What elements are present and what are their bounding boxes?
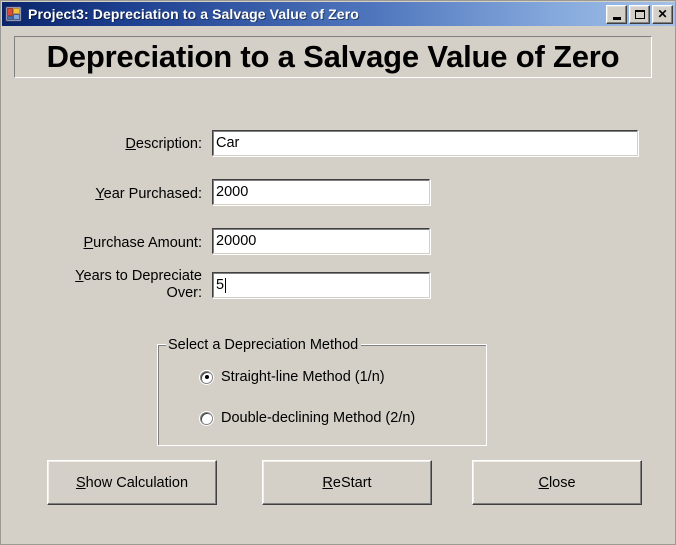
minimize-icon [607,6,626,23]
groupbox-legend: Select a Depreciation Method [166,337,362,353]
description-label-text: escription: [135,136,202,152]
radio-unselected-icon [200,411,213,425]
minimize-button[interactable] [606,4,627,24]
page-title-banner: Depreciation to a Salvage Value of Zero [14,36,652,78]
years-to-depreciate-label: Years to Depreciate Over: [38,268,202,302]
maximize-icon [630,6,649,23]
close-action-button[interactable]: Close [472,460,642,505]
description-input-value: Car [216,135,240,151]
year-purchased-label-text: ear Purchased: [103,186,202,202]
description-label: Description: [38,136,202,153]
client-area: Depreciation to a Salvage Value of Zero … [2,26,675,544]
text-caret [225,277,227,293]
groupbox-frame [157,344,487,446]
purchase-amount-label: Purchase Amount: [38,235,203,252]
close-button[interactable]: ✕ [652,4,673,24]
maximize-button[interactable] [629,4,650,24]
restart-button[interactable]: ReStart [262,460,432,505]
radio-straight-line-label: Straight-line Method (1/n) [221,369,385,385]
year-purchased-input[interactable]: 2000 [212,179,430,205]
years-to-depreciate-input-value: 5 [216,277,225,293]
year-purchased-label-accelerator: Y [95,186,104,202]
title-bar[interactable]: Project3: Depreciation to a Salvage Valu… [2,2,675,26]
restart-button-label: ReStart [322,474,372,491]
show-calculation-button[interactable]: Show Calculation [47,460,217,505]
depreciation-method-groupbox: Select a Depreciation Method Straight-li… [157,337,487,446]
close-action-button-label: Close [538,474,576,491]
year-purchased-label: Year Purchased: [38,186,202,203]
years-to-depreciate-label-text: ears to Depreciate Over: [83,268,202,301]
close-icon: ✕ [657,7,668,21]
radio-double-declining-label: Double-declining Method (2/n) [221,410,416,426]
years-to-depreciate-input[interactable]: 5 [212,272,430,298]
purchase-amount-label-accelerator: P [83,235,94,251]
purchase-amount-input-value: 20000 [216,233,257,249]
application-form-icon [5,5,23,23]
show-calculation-button-label: Show Calculation [75,474,189,491]
radio-selected-icon [200,370,213,384]
window-title: Project3: Depreciation to a Salvage Valu… [28,6,359,22]
window-controls: ✕ [606,4,674,24]
description-label-accelerator: D [125,136,136,152]
purchase-amount-label-text: urchase Amount: [93,235,202,251]
page-title: Depreciation to a Salvage Value of Zero [46,39,620,74]
year-purchased-input-value: 2000 [216,184,249,200]
description-input[interactable]: Car [212,130,638,156]
radio-double-declining-method[interactable]: Double-declining Method (2/n) [200,410,415,426]
years-to-depreciate-label-accelerator: Y [75,268,84,284]
purchase-amount-input[interactable]: 20000 [212,228,430,254]
radio-straight-line-method[interactable]: Straight-line Method (1/n) [200,369,385,385]
application-window: Project3: Depreciation to a Salvage Valu… [0,0,676,545]
